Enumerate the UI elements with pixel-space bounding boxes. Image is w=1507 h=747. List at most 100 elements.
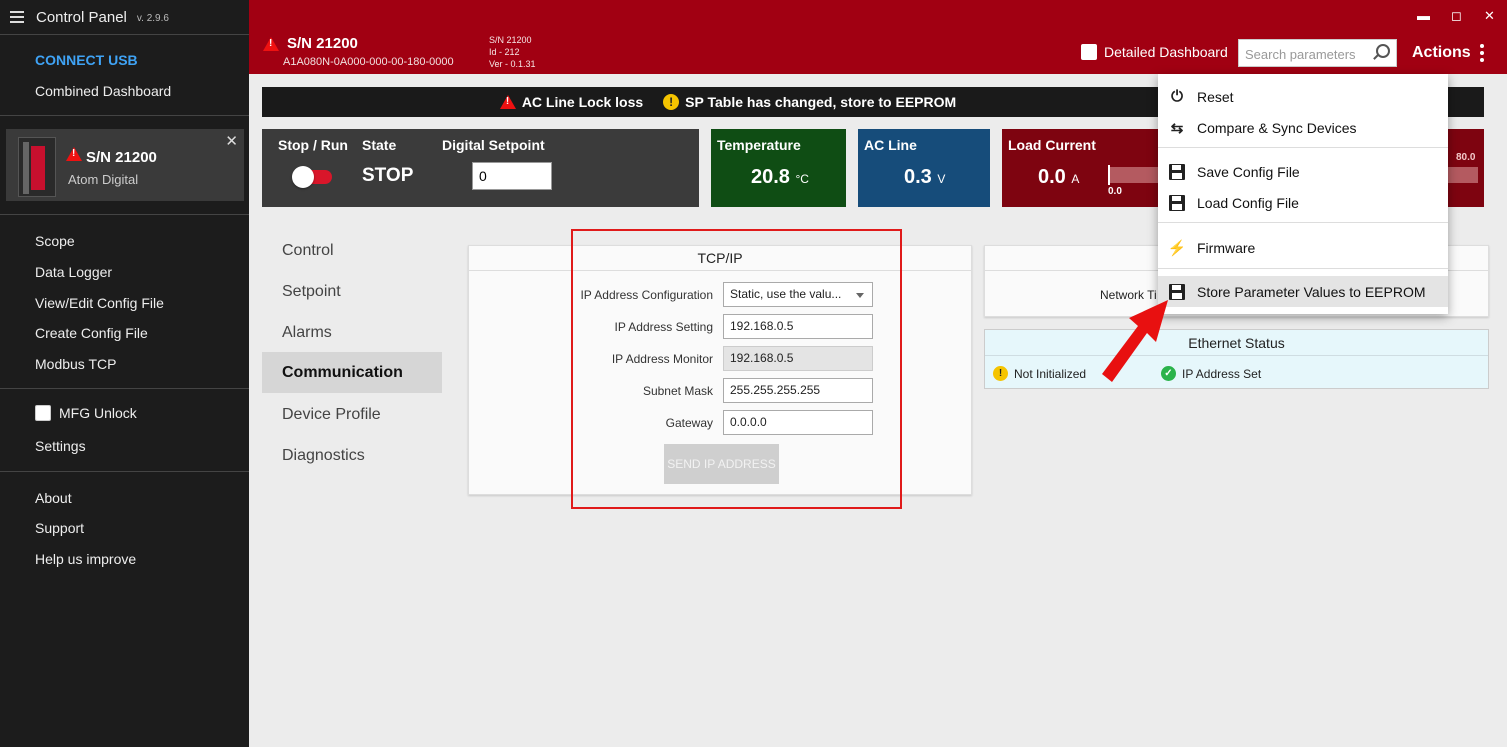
lightning-icon: ⚡: [1167, 239, 1187, 257]
window-close-icon[interactable]: ✕: [1484, 8, 1495, 24]
check-icon: ✓: [1161, 366, 1176, 381]
ac-line-tile: AC Line 0.3 V: [858, 129, 990, 207]
load-bar-min: 0.0: [1108, 186, 1122, 197]
subnet-mask-label: Subnet Mask: [642, 384, 713, 398]
device-info: S/N 21200 Id - 212 Ver - 0.1.31: [489, 35, 536, 69]
power-icon: ⏻: [1171, 88, 1183, 105]
alert-sp-table: SP Table has changed, store to EEPROM: [685, 94, 957, 110]
ip-monitor-label: IP Address Monitor: [611, 352, 713, 366]
menu-firmware[interactable]: ⚡ Firmware: [1158, 232, 1448, 263]
view-edit-config-link[interactable]: View/Edit Config File: [35, 295, 164, 311]
app-title: Control Panel: [36, 8, 127, 26]
search-icon[interactable]: [1376, 44, 1390, 58]
temperature-tile: Temperature 20.8 °C: [711, 129, 846, 207]
detailed-dashboard-label: Detailed Dashboard: [1104, 44, 1228, 60]
create-config-link[interactable]: Create Config File: [35, 325, 148, 341]
subnet-mask-field[interactable]: 255.255.255.255: [723, 378, 873, 403]
menu-store-eeprom[interactable]: Store Parameter Values to EEPROM: [1158, 276, 1448, 307]
menu-divider: [1158, 222, 1448, 223]
load-current-value: 0.0 A: [1038, 166, 1080, 188]
load-file-icon: [1168, 194, 1186, 212]
divider: [0, 34, 249, 35]
network-label: Network Ti: [1100, 288, 1157, 302]
warning-icon: [499, 95, 516, 109]
ethernet-status-title: Ethernet Status: [985, 330, 1488, 356]
header-serial: S/N 21200: [263, 35, 358, 52]
control-tile: Stop / Run State Digital Setpoint STOP: [262, 129, 699, 207]
data-logger-link[interactable]: Data Logger: [35, 264, 112, 280]
about-link[interactable]: About: [35, 490, 72, 506]
scope-link[interactable]: Scope: [35, 233, 75, 249]
combined-dashboard-link[interactable]: Combined Dashboard: [35, 83, 171, 99]
tab-device-profile[interactable]: Device Profile: [262, 394, 442, 435]
device-name: Atom Digital: [68, 172, 139, 187]
save-file-icon: [1168, 163, 1186, 181]
device-header: S/N 21200 A1A080N-0A000-000-00-180-0000 …: [249, 0, 1507, 74]
sidebar: Control Panel v. 2.9.6 CONNECT USB Combi…: [0, 0, 249, 747]
load-bar-max: 80.0: [1456, 152, 1476, 163]
menu-save-config[interactable]: Save Config File: [1158, 156, 1448, 187]
menu-reset[interactable]: ⏻ Reset: [1158, 81, 1448, 112]
maximize-icon[interactable]: ◻: [1451, 8, 1462, 24]
divider: [0, 115, 249, 116]
ip-setting-label: IP Address Setting: [614, 320, 713, 334]
tab-communication[interactable]: Communication: [262, 352, 442, 393]
modbus-tcp-link[interactable]: Modbus TCP: [35, 356, 116, 372]
save-icon: [1168, 283, 1186, 301]
divider: [0, 388, 249, 389]
stop-run-toggle[interactable]: [292, 166, 332, 188]
search-input[interactable]: [1245, 45, 1370, 63]
actions-button[interactable]: Actions: [1412, 44, 1471, 62]
tcpip-title: TCP/IP: [469, 246, 971, 271]
warning-dot-icon: !: [993, 366, 1008, 381]
device-card[interactable]: S/N 21200 Atom Digital ✕: [6, 129, 244, 201]
device-model: A1A080N-0A000-000-00-180-0000: [283, 56, 454, 68]
detailed-dashboard-checkbox[interactable]: Detailed Dashboard: [1081, 44, 1228, 60]
menu-load-config[interactable]: Load Config File: [1158, 187, 1448, 218]
status-ip-set: ✓ IP Address Set: [1161, 366, 1261, 381]
setpoint-input[interactable]: [472, 162, 552, 190]
divider: [0, 214, 249, 215]
more-vertical-icon[interactable]: [1480, 44, 1484, 62]
state-value: STOP: [362, 165, 414, 186]
actions-menu: ⏻ Reset ⇆ Compare & Sync Devices Save Conf…: [1158, 74, 1448, 314]
app-version: v. 2.9.6: [136, 13, 169, 24]
ip-monitor-field: 192.168.0.5: [723, 346, 873, 371]
connect-usb-link[interactable]: CONNECT USB: [35, 52, 138, 68]
hamburger-menu-icon[interactable]: [10, 11, 26, 23]
tab-diagnostics[interactable]: Diagnostics: [262, 435, 442, 476]
stop-run-label: Stop / Run: [278, 137, 348, 153]
info-icon: !: [663, 94, 680, 110]
minimize-icon[interactable]: ▬: [1417, 8, 1430, 23]
warning-icon: [66, 147, 82, 161]
menu-compare-sync[interactable]: ⇆ Compare & Sync Devices: [1158, 112, 1448, 143]
help-improve-link[interactable]: Help us improve: [35, 551, 136, 567]
ip-config-label: IP Address Configuration: [580, 288, 713, 302]
mfg-unlock-label: MFG Unlock: [59, 405, 137, 421]
settings-link[interactable]: Settings: [35, 438, 86, 454]
temperature-value: 20.8 °C: [751, 166, 809, 188]
alert-ac-line: AC Line Lock loss: [521, 94, 644, 110]
checkbox-icon[interactable]: [1081, 44, 1097, 60]
support-link[interactable]: Support: [35, 520, 84, 536]
ac-line-title: AC Line: [864, 137, 917, 153]
tab-setpoint[interactable]: Setpoint: [262, 271, 442, 312]
tab-control[interactable]: Control: [262, 230, 442, 271]
sidebar-header: Control Panel v. 2.9.6: [0, 0, 249, 34]
checkbox-icon[interactable]: [35, 405, 51, 421]
gateway-field[interactable]: 0.0.0.0: [723, 410, 873, 435]
temperature-title: Temperature: [717, 137, 801, 153]
ip-setting-field[interactable]: 192.168.0.5: [723, 314, 873, 339]
sync-icon: ⇆: [1170, 119, 1184, 137]
menu-divider: [1158, 147, 1448, 148]
search-box[interactable]: [1238, 39, 1397, 67]
status-not-initialized: ! Not Initialized: [993, 366, 1086, 381]
tcpip-panel: TCP/IP IP Address Configuration Static, …: [468, 245, 972, 495]
ip-config-select[interactable]: Static, use the valu...: [723, 282, 873, 307]
send-ip-address-button[interactable]: SEND IP ADDRESS: [664, 444, 779, 484]
close-icon[interactable]: ✕: [225, 132, 238, 150]
ethernet-status-panel: Ethernet Status ! Not Initialized ✓ IP Add…: [984, 329, 1489, 389]
tab-alarms[interactable]: Alarms: [262, 312, 442, 353]
warning-icon: [263, 36, 279, 51]
mfg-unlock-checkbox[interactable]: MFG Unlock: [35, 405, 137, 421]
